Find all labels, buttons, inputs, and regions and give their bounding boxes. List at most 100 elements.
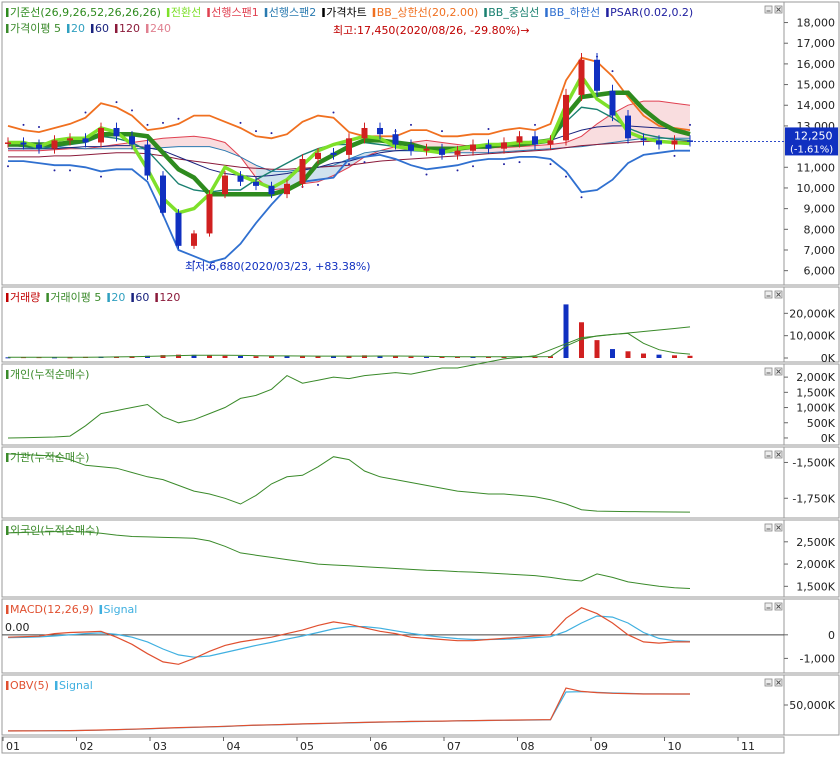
legend-swatch [545,8,548,17]
y-tick-label: 10,000K [789,330,835,343]
legend-swatch [66,24,70,33]
minimize-icon-box [764,523,773,532]
volume-bar [424,356,429,358]
psar-dot [7,165,9,168]
candle-body [439,148,445,155]
close-icon[interactable] [774,290,783,299]
x-tick-label: 08 [521,740,535,753]
legend-label: 60 [135,291,149,304]
candle-body [253,181,259,186]
y-tick-label: 16,000 [797,58,836,71]
legend-swatch [145,24,149,33]
candle-body [175,212,182,246]
close-icon[interactable] [774,678,783,687]
panel-volume [1,286,840,363]
psar-dot [425,173,428,176]
candle-body [160,175,166,213]
legend-label: Signal [59,679,93,692]
legend-label: BB_중심선 [488,6,539,19]
y-tick-label: 6,000 [804,265,836,278]
legend-swatch [484,8,487,17]
minimize-icon[interactable] [764,602,773,611]
legend-label: 60 [95,22,109,35]
candle-body [5,142,11,144]
x-tick-label: 03 [153,740,167,753]
psar-dot [518,161,521,164]
y-tick-label: 500K [807,417,836,430]
psar-dot [441,130,443,133]
legend-swatch [6,605,9,614]
candle-body [129,136,135,145]
minimize-icon[interactable] [764,678,773,687]
close-icon[interactable] [774,450,783,459]
legend-swatch [6,24,9,33]
volume-bar [393,356,398,358]
candle-body [547,140,554,145]
psar-dot [317,183,319,186]
axis-frame [783,286,840,363]
legend-swatch [6,681,9,690]
legend-label: 120 [119,22,140,35]
close-icon[interactable] [774,602,783,611]
x-tick-label: 05 [300,740,314,753]
chart-canvas: 18,00017,00016,00015,00014,00013,00011,0… [1,1,840,754]
volume-bar [408,356,414,358]
candle-body [392,134,399,145]
minimize-icon-box [764,367,773,376]
minimize-icon[interactable] [764,290,773,299]
legend-label: BB_상한선(20,2.00) [377,6,479,19]
close-icon[interactable] [774,367,783,376]
candle-body [625,115,631,139]
psar-dot [69,169,71,172]
candle-body [671,140,678,145]
close-icon[interactable] [774,523,783,532]
candle-body [144,144,151,176]
psar-dot [38,125,40,128]
volume-bar [625,351,631,358]
candle-body [98,127,104,143]
psar-dot [503,163,505,166]
y-tick-label: 8,000 [804,223,836,236]
y-tick-label: 15,000 [797,79,836,92]
panel-obv [1,674,840,736]
psar-dot [689,123,691,126]
minimize-icon-box [764,5,773,14]
last-price-value: 12,250 [794,129,833,142]
minimize-icon-box [764,290,773,299]
x-tick-label: 04 [227,740,241,753]
y-tick-label: 0K [821,432,836,445]
minimize-icon[interactable] [764,450,773,459]
legend-swatch [90,24,94,33]
legend-swatch [264,8,268,17]
y-tick-label: 50,000K [789,699,835,712]
candle-body [501,142,507,149]
panel-frame [1,446,785,519]
legend-label: 거래이평 5 [50,291,101,304]
psar-dot [410,123,412,126]
psar-dot [131,109,133,112]
minimize-icon[interactable] [764,5,773,14]
psar-dot [115,101,118,104]
psar-dot [100,175,102,178]
legend-label: 20 [111,291,125,304]
candle-body [113,127,120,137]
psar-dot [84,111,87,114]
minimize-icon[interactable] [764,523,773,532]
y-tick-label: -1,750K [792,492,835,505]
candle-body [594,59,600,91]
panel-foreign [1,519,840,598]
y-tick-label: 0K [821,352,836,365]
legend-swatch [155,293,158,302]
candle-body [377,127,383,135]
psar-dot [363,161,366,164]
candle-body [346,138,352,155]
minimize-icon[interactable] [764,367,773,376]
psar-dot [255,130,257,133]
close-icon[interactable] [774,5,783,14]
psar-dot [177,117,180,120]
psar-dot [348,163,350,166]
legend-label: 기관(누적순매수) [10,451,89,464]
psar-dot [53,169,56,172]
legend-label: 20 [71,22,85,35]
legend-label: 선행스팬1 [211,6,258,19]
